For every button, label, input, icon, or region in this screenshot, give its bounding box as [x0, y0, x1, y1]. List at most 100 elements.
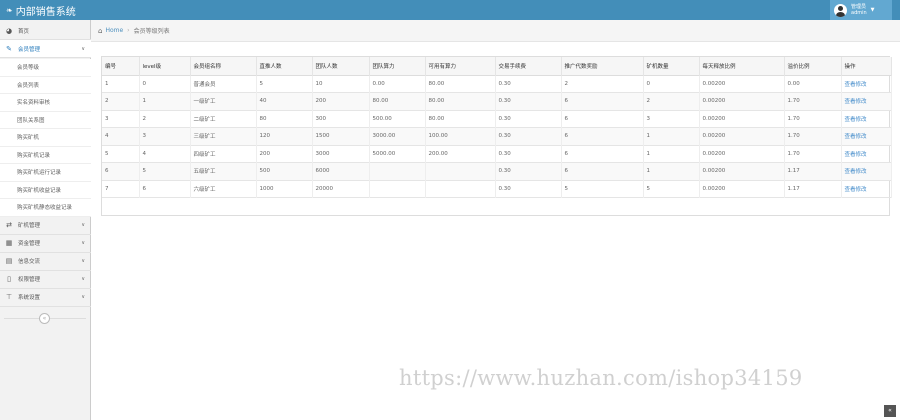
table-cell: 1.70 [784, 127, 842, 145]
view-edit-link[interactable]: 查看修改 [841, 110, 892, 128]
sidebar-subitem-income-record[interactable]: 购买矿机收益记录 [0, 181, 91, 199]
table-cell: 2 [102, 92, 140, 110]
table-cell: 5000.00 [369, 145, 426, 163]
sidebar-item-home[interactable]: ◕ 首页 [0, 22, 91, 40]
table-cell: 5 [139, 162, 191, 180]
sidebar: ◕ 首页 ✎ 会员管理 ∨ 会员等级 会员列表 实名资料审核 团队关系图 购买矿… [0, 20, 91, 420]
table-cell: 三级矿工 [190, 127, 257, 145]
table-cell: 300 [312, 110, 370, 128]
sidebar-item-label: 信息交流 [18, 259, 41, 265]
table-cell: 1 [102, 75, 140, 93]
table-cell: 100.00 [425, 127, 496, 145]
table-cell: 500 [256, 162, 313, 180]
user-menu[interactable]: 管理员 admin ▼ [830, 0, 892, 20]
view-edit-link[interactable]: 查看修改 [841, 127, 892, 145]
sidebar-subitem-static-income[interactable]: 购买矿机静态收益记录 [0, 199, 91, 217]
shuffle-icon: ⇄ [6, 221, 12, 229]
member-level-table-container: 编号 level级 会员组名称 直推人数 团队人数 团队算力 可用有算力 交易手续费 推广代数奖… [101, 56, 892, 216]
sidebar-subitem-realname-review[interactable]: 实名资料审核 [0, 94, 91, 112]
sidebar-subitem-buy-miner[interactable]: 购买矿机 [0, 129, 91, 147]
sidebar-subitem-label: 实名资料审核 [17, 100, 51, 107]
view-edit-link[interactable]: 查看修改 [841, 92, 892, 110]
table-cell: 0 [139, 75, 191, 93]
table-cell: 3 [643, 110, 700, 128]
sidebar-item-miner[interactable]: ⇄ 矿机管理 ∨ [0, 217, 91, 235]
table-cell: 6 [561, 127, 644, 145]
sidebar-collapse-button[interactable]: « [39, 313, 50, 324]
sidebar-subitem-label: 购买矿机 [17, 135, 40, 142]
avatar [834, 3, 847, 17]
table-cell: 0.00200 [699, 110, 785, 128]
chevron-down-icon: ∨ [81, 222, 85, 228]
calendar-icon: ▦ [5, 239, 13, 247]
table-cell: 0.30 [495, 162, 562, 180]
chevron-right-icon: › [127, 27, 130, 34]
sidebar-subitem-buy-record[interactable]: 购买矿机记录 [0, 146, 91, 164]
sidebar-item-settings[interactable]: ⊤ 系统设置 ∨ [0, 289, 91, 307]
table-cell: 1.17 [784, 180, 842, 198]
column-header: 可用有算力 [425, 57, 496, 75]
view-edit-link[interactable]: 查看修改 [841, 180, 892, 198]
table-cell: 120 [256, 127, 313, 145]
edit-icon: ✎ [6, 44, 12, 53]
column-header: level级 [139, 57, 191, 75]
chevron-down-icon: ∨ [81, 276, 85, 282]
scroll-to-top-button[interactable]: « [884, 405, 896, 417]
sidebar-item-messages[interactable]: ▤ 信息交流 ∨ [0, 253, 91, 271]
sidebar-item-label: 首页 [18, 28, 30, 35]
table-cell: 80.00 [425, 110, 496, 128]
table-cell: 3 [102, 110, 140, 128]
sidebar-item-label: 权限管理 [18, 277, 41, 283]
table-cell: 4 [102, 127, 140, 145]
table-cell: 7 [102, 180, 140, 198]
table-cell: 0.00200 [699, 180, 785, 198]
chevron-down-icon: ∨ [81, 240, 85, 246]
table-cell: 1500 [312, 127, 370, 145]
chevron-down-icon: ∨ [81, 294, 85, 300]
column-header: 推广代数奖励 [561, 57, 644, 75]
caret-down-icon: ▼ [870, 7, 875, 13]
chevron-down-icon: ∨ [81, 45, 85, 52]
table-cell: 六级矿工 [190, 180, 257, 198]
leaf-icon: ❧ [6, 6, 13, 15]
table-cell: 0 [643, 75, 700, 93]
table-cell [425, 162, 496, 180]
sidebar-item-label: 系统设置 [18, 295, 41, 301]
table-header-row: 编号 level级 会员组名称 直推人数 团队人数 团队算力 可用有算力 交易手续费 推广代数奖… [102, 57, 892, 75]
breadcrumb-home-link[interactable]: Home [105, 27, 123, 34]
table-cell: 二级矿工 [190, 110, 257, 128]
sidebar-subitem-team-graph[interactable]: 团队关系图 [0, 111, 91, 129]
app-brand[interactable]: ❧ 内部销售系统 [6, 3, 76, 18]
table-cell: 6 [139, 180, 191, 198]
view-edit-link[interactable]: 查看修改 [841, 145, 892, 163]
column-header: 直推人数 [256, 57, 313, 75]
column-header: 编号 [102, 57, 140, 75]
table-cell: 0.00200 [699, 75, 785, 93]
top-navbar: ❧ 内部销售系统 管理员 admin ▼ [0, 0, 900, 20]
table-cell: 0.30 [495, 110, 562, 128]
column-header: 每天释放比例 [699, 57, 785, 75]
table-cell: 0.30 [495, 180, 562, 198]
sidebar-item-permissions[interactable]: ▯ 权限管理 ∨ [0, 271, 91, 289]
table-cell: 四级矿工 [190, 145, 257, 163]
sidebar-item-funds[interactable]: ▦ 资金管理 ∨ [0, 235, 91, 253]
sidebar-subitem-label: 购买矿机静态收益记录 [17, 205, 73, 212]
table-cell: 0.00 [369, 75, 426, 93]
table-cell [369, 162, 426, 180]
settings-icon: ⊤ [5, 293, 13, 301]
sidebar-subitem-run-record[interactable]: 购买矿机运行记录 [0, 164, 91, 182]
view-edit-link[interactable]: 查看修改 [841, 162, 892, 180]
home-icon: ⌂ [98, 26, 103, 35]
sidebar-item-label: 会员管理 [18, 46, 41, 53]
view-edit-link[interactable]: 查看修改 [841, 75, 892, 93]
table-cell: 2 [643, 92, 700, 110]
table-cell: 6000 [312, 162, 370, 180]
table-cell: 80.00 [425, 92, 496, 110]
sidebar-subitem-member-level[interactable]: 会员等级 [0, 59, 91, 77]
table-cell: 200 [256, 145, 313, 163]
sidebar-subitem-member-list[interactable]: 会员列表 [0, 76, 91, 94]
table-cell: 1 [643, 145, 700, 163]
table-cell: 0.00200 [699, 127, 785, 145]
sidebar-item-member[interactable]: ✎ 会员管理 ∨ [0, 40, 91, 58]
table-cell: 6 [102, 162, 140, 180]
